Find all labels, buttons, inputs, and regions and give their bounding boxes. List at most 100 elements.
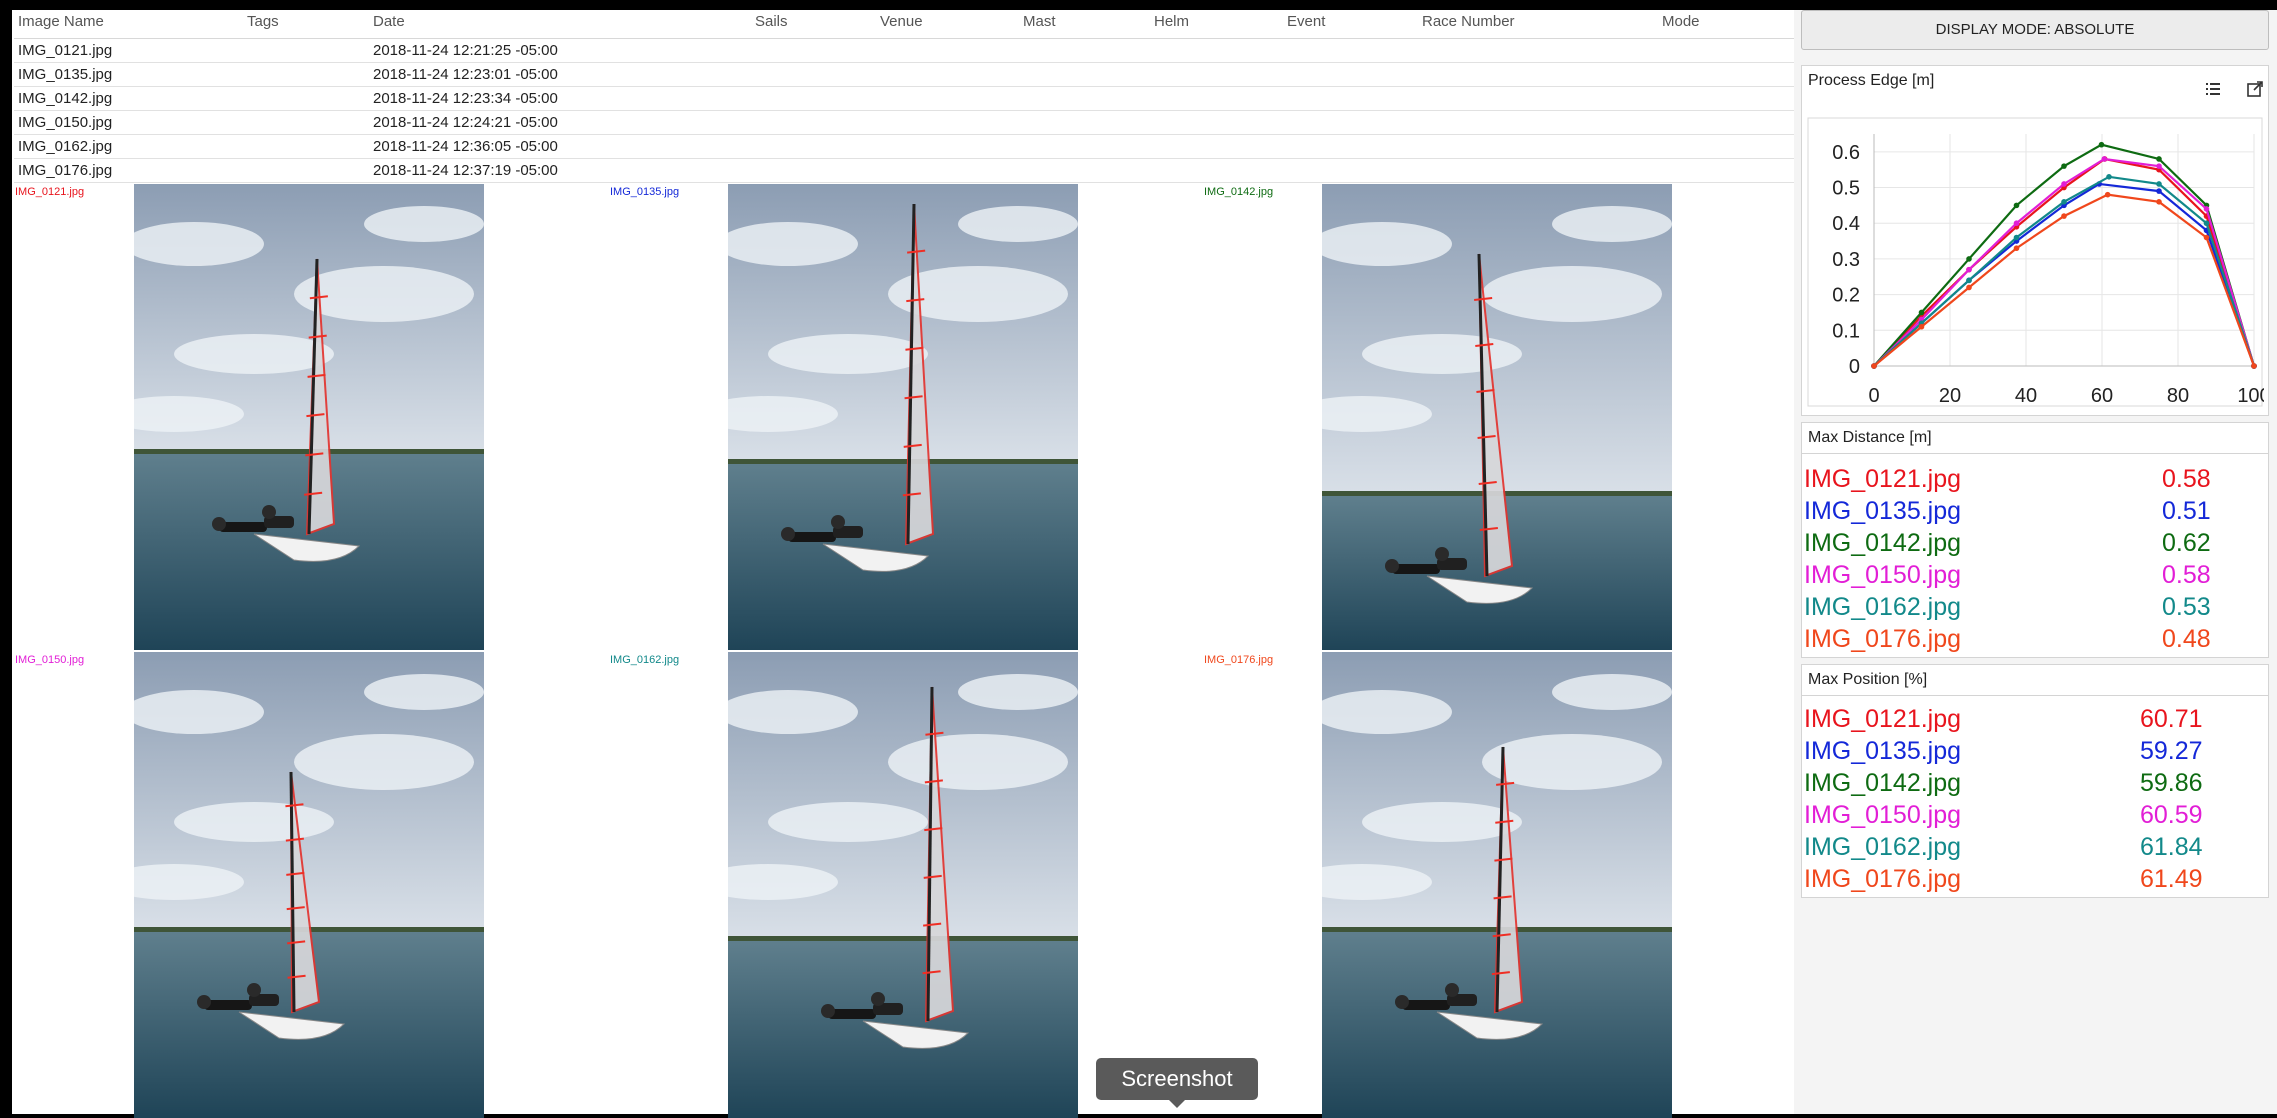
item-name: IMG_0162.jpg xyxy=(1804,593,1962,621)
open-external-icon[interactable] xyxy=(2244,78,2266,100)
max-distance-card: Max Distance [m] IMG_0121.jpg 0.58 IMG_01… xyxy=(1801,422,2269,658)
column-header-mode[interactable]: Mode xyxy=(1662,13,1700,30)
sailboat-photo[interactable] xyxy=(1322,652,1672,1118)
data-point xyxy=(1966,284,1972,291)
data-point xyxy=(2061,199,2067,205)
table-row[interactable]: IMG_0162.jpg 2018-11-24 12:36:05 -05:00 xyxy=(14,134,1794,159)
y-tick-label: 0.6 xyxy=(1832,142,1860,164)
item-value: 0.48 xyxy=(2162,625,2211,653)
cell-date: 2018-11-24 12:36:05 -05:00 xyxy=(373,138,558,155)
item-name: IMG_0142.jpg xyxy=(1804,529,1962,557)
sailboat-illustration xyxy=(728,652,1078,1118)
analysis-panel: DISPLAY MODE: ABSOLUTE Process Edge [m] … xyxy=(1794,10,2277,1114)
card-title: Process Edge [m] xyxy=(1808,72,1935,89)
sailboat-photo[interactable] xyxy=(728,652,1078,1118)
process-edge-card: Process Edge [m] 0 0.1 0.2 0.3 0.4 0.5 0.6 0 20 4… xyxy=(1801,65,2269,416)
data-point xyxy=(2098,141,2105,148)
image-label: IMG_0135.jpg xyxy=(610,186,680,198)
list-item: IMG_0162.jpg 61.84 xyxy=(1804,833,2259,865)
table-row[interactable]: IMG_0121.jpg 2018-11-24 12:21:25 -05:00 xyxy=(14,38,1794,63)
x-tick-label: 20 xyxy=(1939,385,1961,407)
list-item: IMG_0121.jpg 60.71 xyxy=(1804,705,2259,737)
data-point xyxy=(2101,156,2108,162)
list-item: IMG_0150.jpg 0.58 xyxy=(1804,561,2259,593)
item-name: IMG_0176.jpg xyxy=(1804,865,1962,893)
x-tick-label: 80 xyxy=(2167,385,2189,407)
item-value: 0.58 xyxy=(2162,465,2211,493)
x-tick-label: 60 xyxy=(2091,385,2113,407)
cell-date: 2018-11-24 12:21:25 -05:00 xyxy=(373,42,558,59)
list-item: IMG_0142.jpg 59.86 xyxy=(1804,769,2259,801)
list-item: IMG_0150.jpg 60.59 xyxy=(1804,801,2259,833)
table-row[interactable]: IMG_0142.jpg 2018-11-24 12:23:34 -05:00 xyxy=(14,86,1794,111)
data-point xyxy=(1966,256,1972,262)
process-edge-chart: 0 0.1 0.2 0.3 0.4 0.5 0.6 0 20 40 60 80 100 xyxy=(1807,117,2264,407)
cell-image-name: IMG_0142.jpg xyxy=(18,90,113,107)
table-row[interactable]: IMG_0135.jpg 2018-11-24 12:23:01 -05:00 xyxy=(14,62,1794,87)
column-header-sails[interactable]: Sails xyxy=(755,13,788,30)
column-header-race-number[interactable]: Race Number xyxy=(1422,13,1515,30)
x-tick-label: 0 xyxy=(1868,385,1879,407)
item-value: 59.86 xyxy=(2140,769,2203,797)
sailboat-photo[interactable] xyxy=(134,184,484,650)
image-label: IMG_0121.jpg xyxy=(15,186,85,198)
cell-image-name: IMG_0135.jpg xyxy=(18,66,113,83)
list-item: IMG_0162.jpg 0.53 xyxy=(1804,593,2259,625)
y-tick-label: 0 xyxy=(1849,356,1860,378)
cell-date: 2018-11-24 12:37:19 -05:00 xyxy=(373,162,558,179)
data-point xyxy=(2156,188,2162,194)
sailboat-photo[interactable] xyxy=(134,652,484,1118)
list-item: IMG_0135.jpg 0.51 xyxy=(1804,497,2259,529)
data-point xyxy=(1918,309,1925,316)
data-point xyxy=(2203,206,2210,212)
item-name: IMG_0142.jpg xyxy=(1804,769,1962,797)
image-label: IMG_0162.jpg xyxy=(610,654,680,666)
column-header-event[interactable]: Event xyxy=(1287,13,1325,30)
data-point xyxy=(2104,191,2111,198)
data-point xyxy=(2156,163,2162,169)
cell-image-name: IMG_0150.jpg xyxy=(18,114,113,131)
image-label: IMG_0150.jpg xyxy=(15,654,85,666)
item-name: IMG_0150.jpg xyxy=(1804,801,1962,829)
item-value: 60.59 xyxy=(2140,801,2203,829)
column-header-image-name[interactable]: Image Name xyxy=(18,13,104,30)
cell-image-name: IMG_0176.jpg xyxy=(18,162,113,179)
list-icon[interactable] xyxy=(2202,78,2224,100)
cell-image-name: IMG_0121.jpg xyxy=(18,42,113,59)
display-mode-button[interactable]: DISPLAY MODE: ABSOLUTE xyxy=(1801,10,2269,50)
item-value: 61.49 xyxy=(2140,865,2203,893)
x-tick-label: 40 xyxy=(2015,385,2037,407)
column-header-tags[interactable]: Tags xyxy=(247,13,279,30)
image-table: Image Name Tags Date Sails Venue Mast He… xyxy=(14,10,1794,184)
cell-date: 2018-11-24 12:24:21 -05:00 xyxy=(373,114,558,131)
column-header-date[interactable]: Date xyxy=(373,13,405,30)
data-point xyxy=(2203,220,2210,227)
item-name: IMG_0176.jpg xyxy=(1804,625,1962,653)
item-value: 0.62 xyxy=(2162,529,2211,557)
item-value: 0.51 xyxy=(2162,497,2211,525)
data-point xyxy=(2106,174,2112,180)
column-header-mast[interactable]: Mast xyxy=(1023,13,1056,30)
y-tick-label: 0.4 xyxy=(1832,213,1860,235)
column-header-venue[interactable]: Venue xyxy=(880,13,923,30)
data-point xyxy=(1918,323,1925,330)
item-name: IMG_0162.jpg xyxy=(1804,833,1962,861)
sailboat-photo[interactable] xyxy=(728,184,1078,650)
sailboat-photo[interactable] xyxy=(1322,184,1672,650)
app-window: Image Name Tags Date Sails Venue Mast He… xyxy=(0,10,2277,1118)
item-name: IMG_0135.jpg xyxy=(1804,737,1962,765)
y-tick-label: 0.5 xyxy=(1832,178,1860,200)
table-row[interactable]: IMG_0150.jpg 2018-11-24 12:24:21 -05:00 xyxy=(14,110,1794,135)
list-item: IMG_0142.jpg 0.62 xyxy=(1804,529,2259,561)
data-point xyxy=(1966,277,1972,284)
list-item: IMG_0176.jpg 61.49 xyxy=(1804,865,2259,897)
column-header-helm[interactable]: Helm xyxy=(1154,13,1189,30)
image-grid: IMG_0121.jpg IMG_0135.jpg IMG_0142.jpg I… xyxy=(14,184,1794,1118)
y-tick-label: 0.3 xyxy=(1832,249,1860,271)
card-title: Max Position [%] xyxy=(1808,671,1928,688)
y-tick-label: 0.2 xyxy=(1832,285,1860,307)
table-row[interactable]: IMG_0176.jpg 2018-11-24 12:37:19 -05:00 xyxy=(14,158,1794,183)
x-tick-label: 100 xyxy=(2237,385,2264,407)
item-name: IMG_0135.jpg xyxy=(1804,497,1962,525)
max-position-card: Max Position [%] IMG_0121.jpg 60.71 IMG_0… xyxy=(1801,664,2269,898)
